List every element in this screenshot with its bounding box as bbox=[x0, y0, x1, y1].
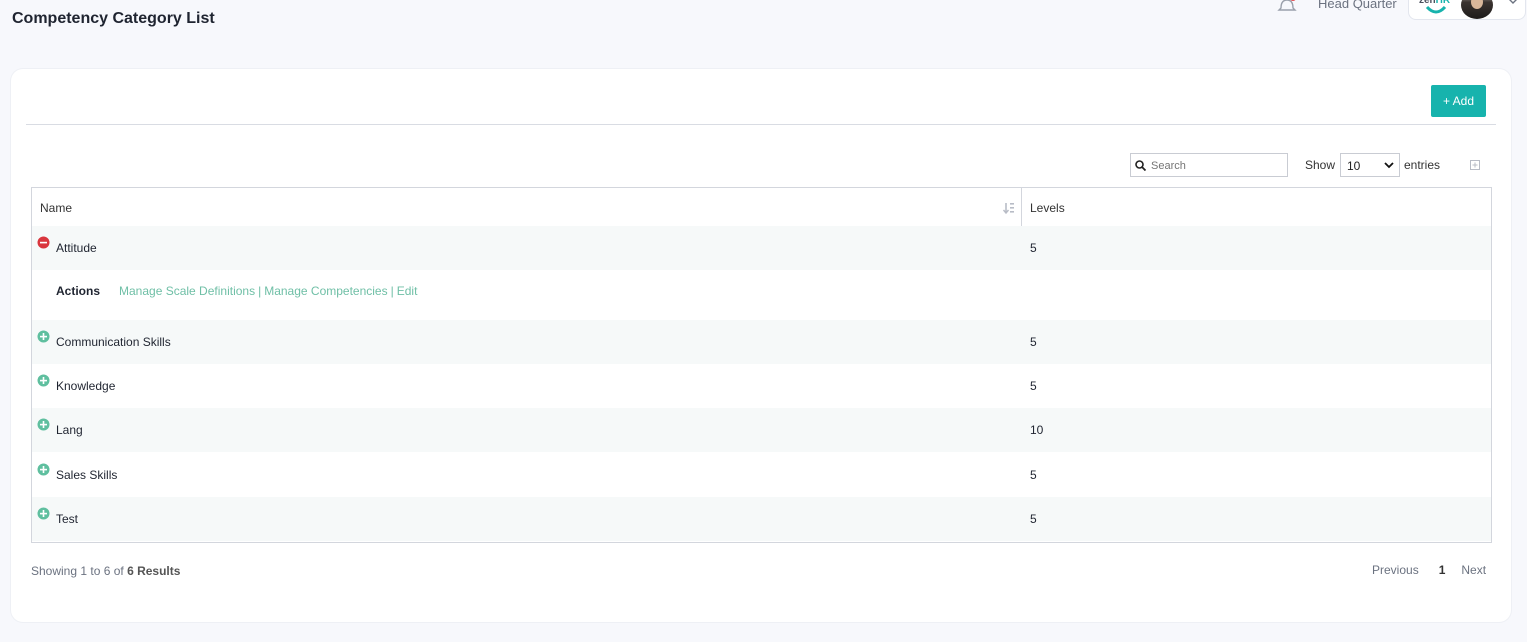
manage-scale-definitions-link[interactable]: Manage Scale Definitions bbox=[119, 284, 255, 298]
row-name: Knowledge bbox=[56, 379, 116, 393]
row-name: Attitude bbox=[56, 241, 97, 255]
bell-icon[interactable] bbox=[1276, 0, 1298, 16]
row-levels: 5 bbox=[1030, 241, 1037, 255]
table-row[interactable]: Attitude 5 bbox=[32, 226, 1491, 270]
actions-links: Manage Scale Definitions | Manage Competen… bbox=[119, 284, 417, 298]
expand-icon[interactable] bbox=[37, 374, 50, 387]
table-info: Showing 1 to 6 of 6 Results bbox=[31, 564, 180, 578]
row-levels: 5 bbox=[1030, 379, 1037, 393]
entries-label: entries bbox=[1404, 158, 1441, 172]
row-name: Lang bbox=[56, 423, 83, 437]
page-1-button[interactable]: 1 bbox=[1439, 563, 1446, 577]
row-levels: 5 bbox=[1030, 512, 1037, 526]
sort-icon[interactable] bbox=[1002, 201, 1016, 215]
data-table: Name Levels Attitude 5 Actions Manage Sc… bbox=[31, 187, 1492, 543]
entries-select[interactable]: 10 bbox=[1340, 153, 1400, 177]
branch-selector[interactable]: Head Quarter bbox=[1318, 0, 1397, 11]
search-input[interactable] bbox=[1149, 156, 1283, 176]
chevron-down-icon bbox=[1384, 162, 1394, 169]
expand-icon[interactable] bbox=[37, 463, 50, 476]
row-name: Test bbox=[56, 512, 79, 526]
row-levels: 5 bbox=[1030, 335, 1037, 349]
search-box[interactable] bbox=[1130, 153, 1288, 177]
link-separator: | bbox=[258, 284, 262, 298]
add-button[interactable]: + Add bbox=[1431, 85, 1486, 117]
page-title: Competency Category List bbox=[12, 10, 215, 27]
company-logo: zenHR bbox=[1419, 0, 1453, 17]
manage-competencies-link[interactable]: Manage Competencies bbox=[264, 284, 387, 298]
next-button[interactable]: Next bbox=[1461, 563, 1486, 577]
expand-icon[interactable] bbox=[37, 418, 50, 431]
row-name: Sales Skills bbox=[56, 468, 118, 482]
entries-value: 10 bbox=[1347, 159, 1361, 173]
table-row[interactable]: Knowledge 5 bbox=[32, 364, 1491, 408]
table-header: Name Levels bbox=[32, 188, 1491, 227]
table-row[interactable]: Communication Skills 5 bbox=[32, 320, 1491, 364]
export-icon[interactable] bbox=[1470, 160, 1480, 170]
link-separator: | bbox=[390, 284, 394, 298]
divider bbox=[26, 124, 1496, 125]
actions-label: Actions bbox=[56, 284, 101, 298]
avatar[interactable] bbox=[1461, 0, 1493, 19]
expand-icon[interactable] bbox=[37, 507, 50, 520]
table-row[interactable]: Test 5 bbox=[32, 497, 1491, 541]
search-icon bbox=[1135, 160, 1146, 171]
table-info-prefix: Showing 1 to 6 of bbox=[31, 564, 128, 578]
row-name: Communication Skills bbox=[56, 335, 171, 349]
table-info-total: 6 Results bbox=[127, 564, 181, 578]
expand-icon[interactable] bbox=[37, 330, 50, 343]
show-label: Show bbox=[1305, 158, 1336, 172]
row-levels: 10 bbox=[1030, 423, 1044, 437]
content-card: + Add Show 10 entries Name bbox=[11, 69, 1511, 622]
row-actions: Actions Manage Scale Definitions | Manage … bbox=[32, 270, 1491, 320]
user-menu[interactable]: zenHR bbox=[1408, 0, 1526, 20]
table-row[interactable]: Lang 10 bbox=[32, 408, 1491, 452]
chevron-down-icon[interactable] bbox=[1506, 0, 1520, 7]
column-header-levels[interactable]: Levels bbox=[1030, 201, 1065, 215]
edit-link[interactable]: Edit bbox=[397, 284, 418, 298]
row-levels: 5 bbox=[1030, 468, 1037, 482]
collapse-icon[interactable] bbox=[37, 236, 50, 249]
previous-button[interactable]: Previous bbox=[1372, 563, 1419, 577]
pagination: Previous 1 Next bbox=[1372, 563, 1486, 577]
column-header-name[interactable]: Name bbox=[40, 201, 72, 215]
table-row[interactable]: Sales Skills 5 bbox=[32, 453, 1491, 497]
